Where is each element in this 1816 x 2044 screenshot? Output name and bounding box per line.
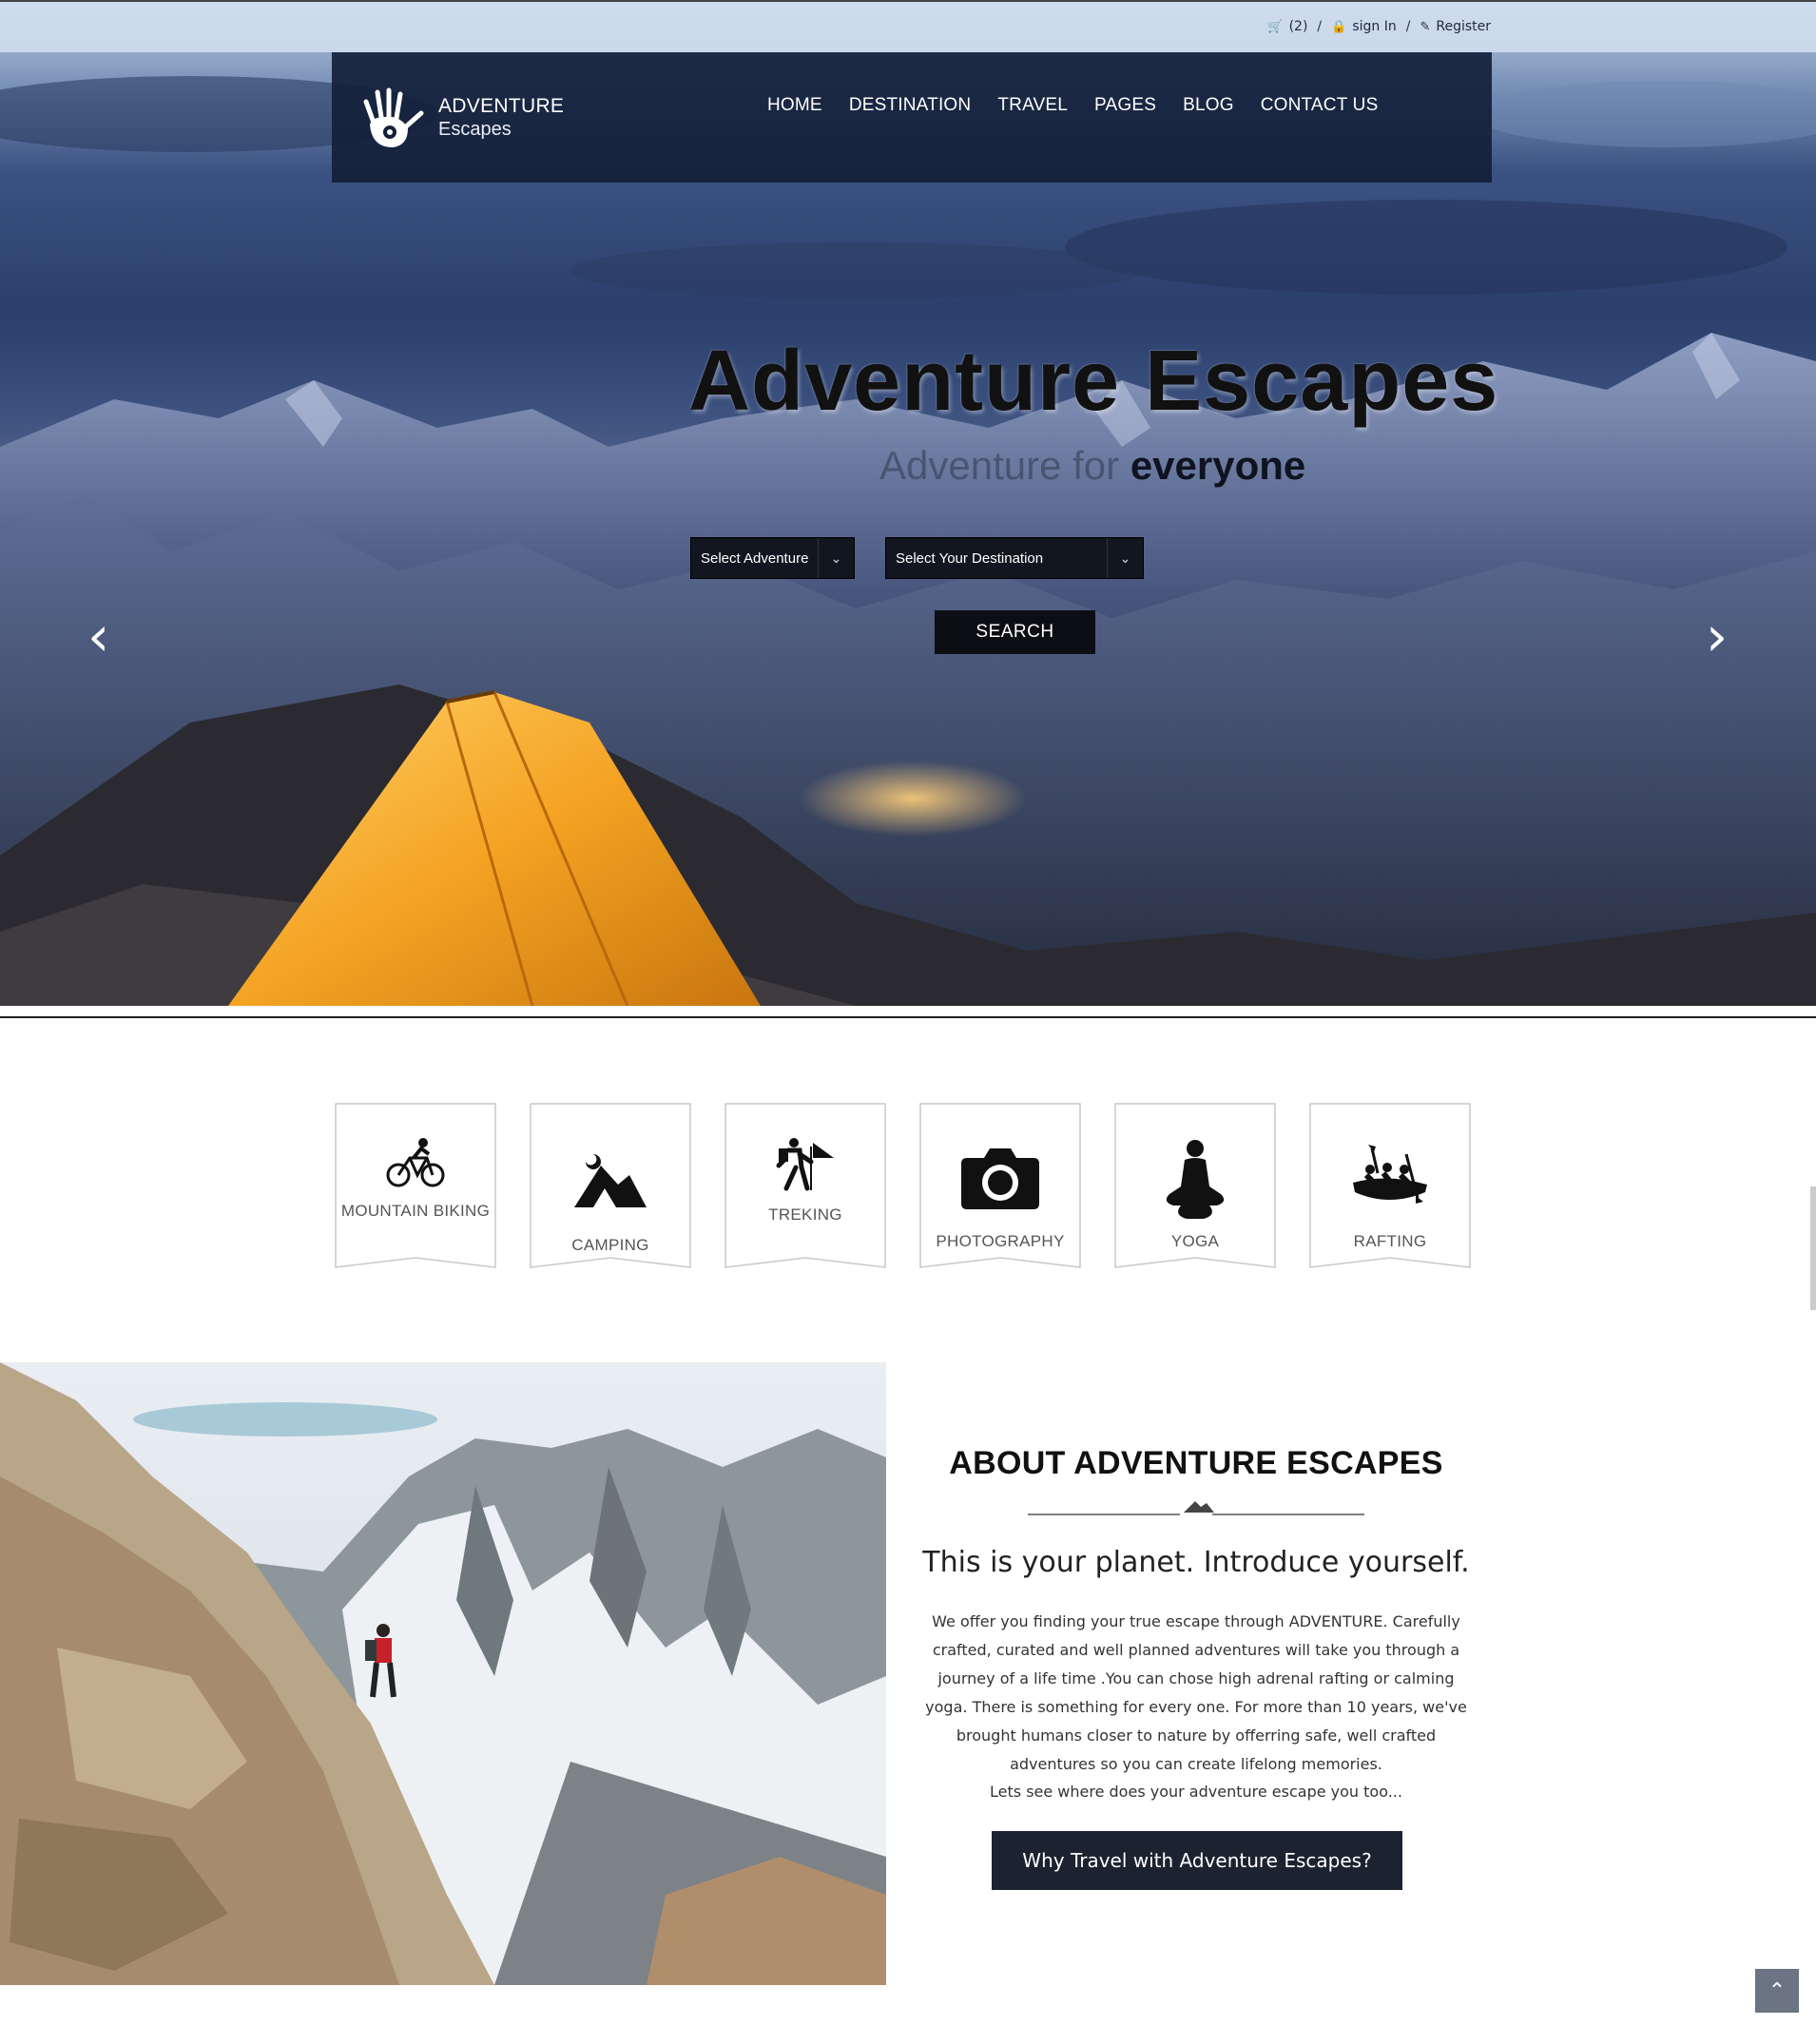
select-destination-dropdown[interactable]: Select Your Destination ⌄ (885, 537, 1144, 579)
select-adventure-value: Select Adventure (701, 550, 809, 567)
slider-prev-arrow-icon[interactable]: ‹ (87, 608, 109, 664)
select-adventure-dropdown[interactable]: Select Adventure ⌄ (690, 537, 855, 579)
camping-icon (574, 1154, 647, 1207)
activity-label: RAFTING (1353, 1232, 1427, 1250)
edit-icon: ✎ (1420, 20, 1431, 34)
cart-count: (2) (1288, 19, 1308, 34)
signin-link[interactable]: 🔒 sign In (1331, 19, 1397, 34)
mountain-hiker-image (0, 1362, 886, 1985)
about-body: We offer you finding your true escape th… (925, 1612, 1467, 1773)
separator: / (1317, 19, 1323, 34)
top-utility-bar: 🛒 (2) / 🔒 sign In / ✎ Register (0, 0, 1816, 52)
about-body-secondary: Lets see where does your adventure escap… (990, 1783, 1402, 1801)
slider-next-arrow-icon[interactable]: › (1706, 608, 1728, 664)
hero-banner: 🛒 (2) / 🔒 sign In / ✎ Register ADVENTURE… (0, 0, 1816, 1006)
search-button[interactable]: SEARCH (935, 610, 1095, 654)
why-travel-button[interactable]: Why Travel with Adventure Escapes? (992, 1831, 1402, 1890)
site-logo[interactable]: ADVENTURE Escapes (353, 85, 564, 151)
signin-label: sign In (1352, 19, 1397, 34)
trekking-icon (776, 1138, 834, 1191)
nav-home[interactable]: HOME (754, 95, 836, 116)
nav-pages[interactable]: PAGES (1081, 95, 1169, 116)
activity-card-photography[interactable]: PHOTOGRAPHY (919, 1103, 1081, 1268)
about-tagline: This is your planet. Introduce yourself. (922, 1546, 1470, 1579)
activities-row: MOUNTAIN BIKING CAMPING TREKING PHOTOGRA… (335, 1103, 1471, 1268)
hero-subtitle: Adventure for everyone (879, 443, 1305, 489)
mountain-divider-icon (1028, 1501, 1364, 1515)
hero-title: Adventure Escapes (688, 334, 1499, 429)
about-section: ABOUT ADVENTURE ESCAPES This is your pla… (905, 1445, 1487, 1801)
select-destination-value: Select Your Destination (896, 550, 1044, 567)
activity-label: TREKING (768, 1205, 842, 1224)
register-link[interactable]: ✎ Register (1420, 19, 1491, 34)
about-heading: ABOUT ADVENTURE ESCAPES (949, 1445, 1443, 1481)
activity-card-mountain-biking[interactable]: MOUNTAIN BIKING (335, 1103, 496, 1268)
nav-blog[interactable]: BLOG (1169, 95, 1247, 116)
activity-label: YOGA (1170, 1232, 1220, 1250)
section-divider (0, 1016, 1816, 1018)
chevron-up-icon: ⌃ (1768, 1978, 1787, 2002)
chevron-down-icon: ⌄ (818, 538, 854, 578)
about-photo-hiker (0, 1362, 886, 1985)
nav-contact-us[interactable]: CONTACT US (1247, 95, 1392, 116)
activity-card-camping[interactable]: CAMPING (530, 1103, 691, 1268)
logo-line1: ADVENTURE (438, 95, 565, 118)
activity-label: PHOTOGRAPHY (936, 1232, 1065, 1250)
mountain-biking-icon (386, 1138, 445, 1187)
nav-destination[interactable]: DESTINATION (836, 95, 985, 116)
activity-label: MOUNTAIN BIKING (340, 1202, 491, 1220)
activity-card-yoga[interactable]: YOGA (1114, 1103, 1276, 1268)
cart-link[interactable]: 🛒 (2) (1267, 19, 1307, 34)
rafting-icon (1353, 1145, 1427, 1204)
activity-card-rafting[interactable]: RAFTING (1309, 1103, 1471, 1268)
activity-label: CAMPING (571, 1236, 649, 1254)
register-label: Register (1436, 19, 1491, 34)
logo-text: ADVENTURE Escapes (438, 95, 564, 140)
primary-menu: HOME DESTINATION TRAVEL PAGES BLOG CONTA… (754, 95, 1391, 116)
hero-subtitle-light: Adventure for (879, 443, 1120, 488)
chevron-down-icon: ⌄ (1107, 538, 1143, 578)
activity-card-trekking[interactable]: TREKING (724, 1103, 886, 1268)
lock-icon: 🔒 (1331, 20, 1347, 34)
hand-logo-icon (363, 87, 424, 147)
separator: / (1405, 19, 1411, 34)
camera-icon (961, 1148, 1039, 1209)
cart-icon: 🛒 (1267, 20, 1284, 34)
main-navigation-bar: ADVENTURE Escapes HOME DESTINATION TRAVE… (332, 52, 1492, 183)
logo-line2: Escapes (438, 118, 512, 140)
page-scrollbar[interactable] (1810, 1186, 1816, 1310)
back-to-top-button[interactable]: ⌃ (1755, 1969, 1799, 2013)
nav-travel[interactable]: TRAVEL (984, 95, 1081, 116)
yoga-icon (1166, 1140, 1225, 1219)
hero-subtitle-bold: everyone (1130, 443, 1306, 488)
account-links: 🛒 (2) / 🔒 sign In / ✎ Register (1267, 19, 1491, 34)
